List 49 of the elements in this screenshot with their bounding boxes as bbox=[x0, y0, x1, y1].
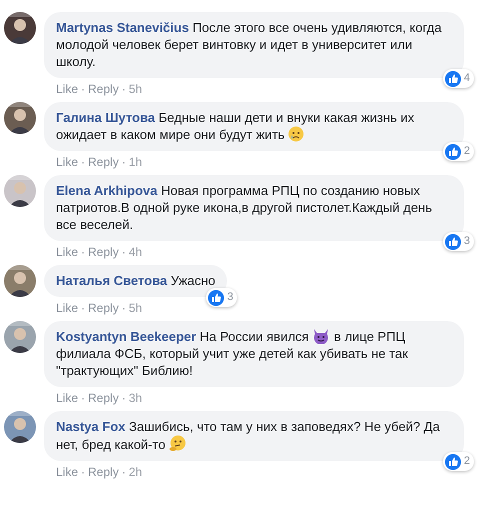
separator-dot: · bbox=[122, 391, 126, 406]
action-link[interactable]: Reply bbox=[88, 245, 119, 260]
reaction-count[interactable]: 4 bbox=[442, 69, 474, 88]
action-link[interactable]: Like bbox=[56, 82, 78, 97]
action-link[interactable]: Reply bbox=[88, 301, 119, 316]
like-icon bbox=[444, 454, 461, 470]
separator-dot: · bbox=[122, 155, 126, 170]
action-link[interactable]: Like bbox=[56, 245, 78, 260]
separator-dot: · bbox=[81, 391, 86, 406]
separator-dot: · bbox=[122, 465, 126, 480]
reaction-count[interactable]: 2 bbox=[442, 452, 474, 471]
separator-dot: · bbox=[122, 82, 126, 97]
action-link[interactable]: Reply bbox=[88, 82, 119, 97]
reaction-count[interactable]: 2 bbox=[442, 142, 474, 161]
timestamp: 5h bbox=[128, 301, 142, 316]
action-link[interactable]: Like bbox=[56, 465, 78, 480]
separator-dot: · bbox=[122, 301, 126, 316]
action-link[interactable]: Like bbox=[56, 155, 78, 170]
action-link[interactable]: Like bbox=[56, 301, 78, 316]
action-link[interactable]: Reply bbox=[88, 155, 119, 170]
timestamp: 3h bbox=[128, 391, 142, 406]
action-link[interactable]: Reply bbox=[88, 465, 119, 480]
timestamp: 5h bbox=[128, 82, 142, 97]
separator-dot: · bbox=[81, 82, 86, 97]
devil-face-icon bbox=[312, 328, 330, 344]
reaction-count[interactable]: 3 bbox=[442, 232, 474, 251]
comment-text: Nastya Fox Зашибись, что там у них в заповедях? Не убей? Да нет, бред какой-то bbox=[56, 419, 440, 452]
timestamp: 1h bbox=[128, 155, 142, 170]
comment-text: Kostyantyn Beekeeper На России явился в лице РПЦ филиала ФСБ, который учит уже детей как убивать не так "трактующих" Библию! bbox=[56, 329, 408, 378]
comment-text: Галина Шутова Бедные наши дети и внуки какая жизнь их ожидает в каком мире они будут жить bbox=[56, 110, 414, 142]
timestamp: 4h bbox=[128, 245, 142, 260]
comment-text: Наталья Светова Ужасно bbox=[56, 273, 216, 288]
thinking-face-icon bbox=[169, 435, 186, 452]
comment-text: Martynas Stanevičius После этого все очень удивляются, когда молодой человек берет винтовку и идет в университет или школу. bbox=[56, 20, 442, 69]
separator-dot: · bbox=[81, 155, 86, 170]
crying-face-icon bbox=[288, 126, 304, 142]
separator-dot: · bbox=[81, 301, 86, 316]
like-icon bbox=[444, 234, 461, 250]
like-icon bbox=[444, 70, 461, 86]
separator-dot: · bbox=[122, 245, 126, 260]
like-icon bbox=[444, 144, 461, 160]
separator-dot: · bbox=[81, 465, 86, 480]
timestamp: 2h bbox=[128, 465, 142, 480]
reaction-count[interactable]: 3 bbox=[206, 288, 238, 307]
comment-text: Elena Arkhipova Новая программа РПЦ по созданию новых патриотов.В одной руке икона,в другой пистолет.Каждый день все веселей. bbox=[56, 183, 432, 232]
action-link[interactable]: Like bbox=[56, 391, 78, 406]
action-link[interactable]: Reply bbox=[88, 391, 119, 406]
separator-dot: · bbox=[81, 245, 86, 260]
like-icon bbox=[208, 290, 224, 306]
